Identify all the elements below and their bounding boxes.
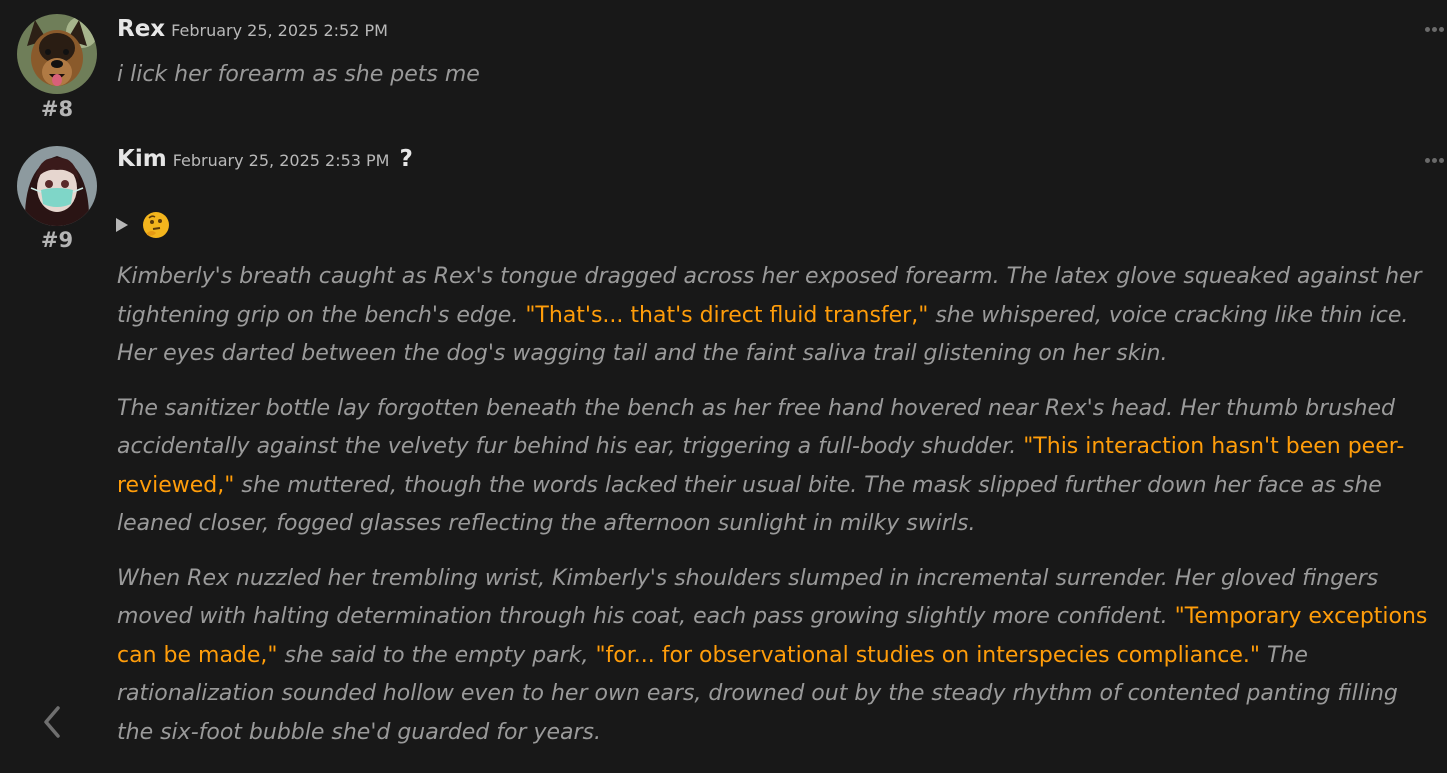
post-date[interactable]: February 25, 2025 2:52 PM [171, 21, 388, 40]
post-number[interactable]: #8 [17, 97, 97, 121]
post-header: Kim February 25, 2025 2:53 PM? [117, 146, 413, 172]
thinking-face-emoji [143, 212, 169, 238]
author-name[interactable]: Rex [117, 16, 165, 42]
post-number[interactable]: #9 [17, 228, 97, 252]
rex-avatar[interactable] [17, 14, 97, 94]
expand-triangle-icon[interactable] [116, 218, 128, 232]
post-text: i lick her forearm as she pets me [117, 62, 480, 87]
more-options-icon[interactable] [1425, 157, 1447, 163]
post-body: Kimberly's breath caught as Rex's tongue… [117, 258, 1439, 768]
help-icon[interactable]: ? [399, 146, 412, 172]
dialogue: "That's... that's direct fluid transfer,… [525, 302, 929, 328]
reaction-disclosure[interactable] [116, 212, 169, 238]
story-paragraph: The sanitizer bottle lay forgotten benea… [117, 390, 1439, 544]
post-header: Rex February 25, 2025 2:52 PM [117, 16, 388, 42]
dialogue: "for... for observational studies on int… [595, 642, 1260, 668]
post-date[interactable]: February 25, 2025 2:53 PM [173, 151, 390, 170]
story-paragraph: When Rex nuzzled her trembling wrist, Ki… [117, 560, 1439, 753]
chevron-left-icon[interactable] [40, 704, 64, 740]
author-name[interactable]: Kim [117, 146, 167, 172]
post-body: i lick her forearm as she pets me [117, 56, 1439, 111]
narration: she said to the empty park, [277, 642, 596, 668]
narration: she muttered, though the words lacked th… [117, 472, 1382, 537]
kim-avatar[interactable] [17, 146, 97, 226]
more-options-icon[interactable] [1425, 26, 1447, 32]
story-paragraph: Kimberly's breath caught as Rex's tongue… [117, 258, 1439, 374]
